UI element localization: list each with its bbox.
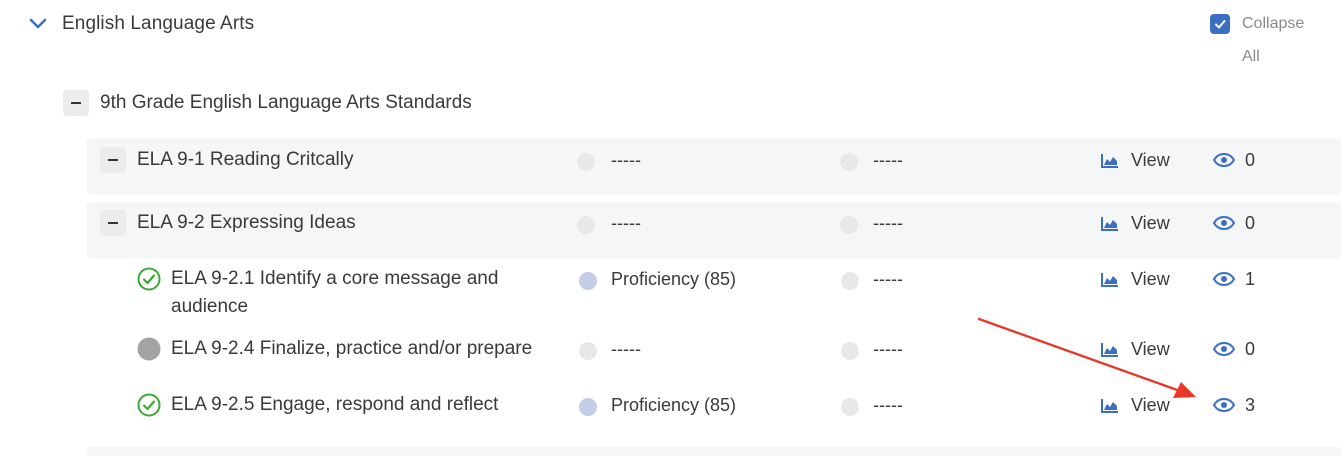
score-value-2: -----: [873, 395, 903, 415]
status-dot: [840, 216, 858, 234]
status-dot: [579, 398, 597, 416]
status-dot: [577, 216, 595, 234]
area-chart-icon: [1101, 153, 1118, 168]
view-button[interactable]: View: [1101, 146, 1170, 174]
collapse-all-label[interactable]: Collapse: [1242, 15, 1304, 33]
view-label: View: [1131, 212, 1170, 233]
eye-icon: [1213, 398, 1235, 412]
views-count[interactable]: 0: [1213, 335, 1255, 363]
view-label: View: [1131, 338, 1170, 359]
collapse-minus-icon[interactable]: [100, 210, 126, 236]
views-count-label: 1: [1245, 268, 1256, 289]
check-circle-icon: [137, 393, 161, 417]
views-count[interactable]: 3: [1213, 391, 1255, 419]
standard-group-title: 9th Grade English Language Arts Standard…: [100, 92, 472, 113]
view-button[interactable]: View: [1101, 265, 1170, 293]
table-row: ELA 9-1 Reading Critcally ----- ----- Vi…: [0, 146, 1344, 176]
section-header[interactable]: English Language Arts: [26, 10, 254, 38]
standard-name[interactable]: ELA 9-2.5 Engage, respond and reflect: [171, 391, 498, 419]
status-dot: [577, 153, 595, 171]
check-circle-icon: [137, 267, 161, 291]
view-button[interactable]: View: [1101, 209, 1170, 237]
gray-circle-icon: [137, 337, 161, 361]
status-dot: [579, 272, 597, 290]
standard-name[interactable]: ELA 9-1 Reading Critcally: [137, 146, 354, 174]
standard-name-line-2[interactable]: audience: [171, 293, 248, 321]
view-button[interactable]: View: [1101, 391, 1170, 419]
view-label: View: [1131, 149, 1170, 170]
standard-group-header: 9th Grade English Language Arts Standard…: [63, 89, 472, 117]
score-value: -----: [611, 213, 641, 233]
area-chart-icon: [1101, 272, 1118, 287]
views-count[interactable]: 0: [1213, 209, 1255, 237]
status-dot: [840, 153, 858, 171]
score-value-2: -----: [873, 339, 903, 359]
view-label: View: [1131, 394, 1170, 415]
chevron-down-icon[interactable]: [26, 12, 50, 36]
eye-icon: [1213, 272, 1235, 286]
checkbox-checked-icon[interactable]: [1210, 14, 1230, 34]
collapse-minus-icon[interactable]: [63, 90, 89, 116]
status-dot: [841, 342, 859, 360]
status-dot: [841, 398, 859, 416]
eye-icon: [1213, 342, 1235, 356]
eye-icon: [1213, 216, 1235, 230]
score-value: -----: [611, 150, 641, 170]
row-band: [87, 447, 1341, 456]
score-value-2: -----: [873, 269, 903, 289]
table-row: ELA 9-2.1 Identify a core message and au…: [0, 265, 1344, 323]
views-count[interactable]: 0: [1213, 146, 1255, 174]
area-chart-icon: [1101, 342, 1118, 357]
score-value-2: -----: [873, 150, 903, 170]
standard-name[interactable]: ELA 9-2.1 Identify a core message and: [171, 265, 498, 293]
score-value: -----: [611, 339, 641, 359]
score-value: Proficiency (85): [611, 269, 737, 289]
collapse-minus-icon[interactable]: [100, 147, 126, 173]
table-row: ELA 9-2.4 Finalize, practice and/or prep…: [0, 335, 1344, 365]
standard-name[interactable]: ELA 9-2.4 Finalize, practice and/or prep…: [171, 335, 532, 363]
standards-page: English Language Arts Collapse All 9th G…: [0, 0, 1344, 456]
views-count-label: 3: [1245, 394, 1256, 415]
score-value: Proficiency (85): [611, 395, 737, 415]
status-dot: [841, 272, 859, 290]
views-count-label: 0: [1245, 212, 1256, 233]
table-row: ELA 9-2.5 Engage, respond and reflect Pr…: [0, 391, 1344, 421]
section-title: English Language Arts: [62, 13, 255, 34]
collapse-all-label-2[interactable]: All: [1242, 48, 1260, 66]
area-chart-icon: [1101, 216, 1118, 231]
views-count-label: 0: [1245, 149, 1256, 170]
standard-name[interactable]: ELA 9-2 Expressing Ideas: [137, 209, 356, 237]
view-button[interactable]: View: [1101, 335, 1170, 363]
view-label: View: [1131, 268, 1170, 289]
views-count[interactable]: 1: [1213, 265, 1255, 293]
score-value-2: -----: [873, 213, 903, 233]
table-row: ELA 9-2 Expressing Ideas ----- ----- Vie…: [0, 209, 1344, 239]
status-dot: [579, 342, 597, 360]
area-chart-icon: [1101, 398, 1118, 413]
eye-icon: [1213, 153, 1235, 167]
views-count-label: 0: [1245, 338, 1256, 359]
